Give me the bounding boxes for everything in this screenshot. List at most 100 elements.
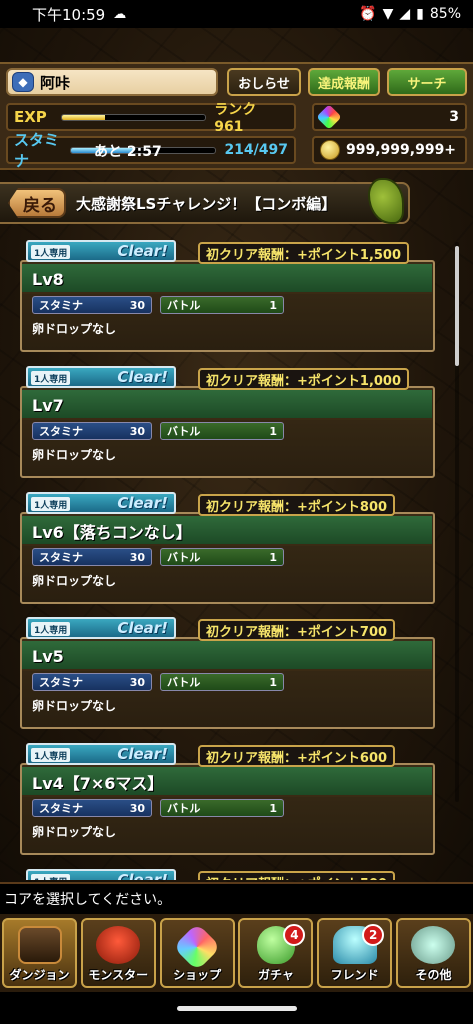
dungeon-gate-icon <box>17 926 62 964</box>
stamina-pill-label: スタミナ <box>39 551 83 564</box>
clear-label: Clear! <box>117 619 168 637</box>
coin-icon <box>320 140 340 160</box>
stamina-pill: スタミナ 30 <box>32 799 152 817</box>
battle-count: 1 <box>269 801 277 815</box>
stamina-timer: あと 2:57 <box>94 144 162 160</box>
first-clear-reward: 初クリア報酬：+ポイント500 <box>198 871 396 880</box>
stamina-cost: 30 <box>129 298 145 312</box>
stamina-label: スタミナ <box>14 131 60 170</box>
nav-item-other[interactable]: その他 <box>395 918 471 988</box>
floor-card[interactable]: Lv7 1人専用 Clear! 初クリア報酬：+ポイント1,000 スタミナ 30 バトル 1… <box>20 360 435 478</box>
nav-item-dungeon-gate[interactable]: ダンジョン <box>2 918 77 988</box>
egg-drop-text: 卵ドロップなし <box>32 574 117 588</box>
solo-tag: 1人専用 <box>31 874 71 880</box>
system-nav-bar <box>0 992 473 1024</box>
search-button[interactable]: サーチ <box>387 68 467 96</box>
exp-bar <box>60 113 207 121</box>
battle-pill-label: バトル <box>167 802 201 815</box>
floor-card[interactable]: Lv8 1人専用 Clear! 初クリア報酬：+ポイント1,500 スタミナ 30 バトル 1… <box>20 234 435 352</box>
solo-tag: 1人専用 <box>31 245 71 259</box>
back-button[interactable]: 戻る <box>8 188 66 218</box>
scrollbar-thumb[interactable] <box>455 246 459 366</box>
floor-title: Lv6【落ちコンなし】 <box>32 523 192 542</box>
magic-stones-box[interactable]: 3 <box>312 103 467 131</box>
selection-prompt: コアを選択してください。 <box>0 882 473 914</box>
achievements-button[interactable]: 達成報酬 <box>308 68 380 96</box>
notification-badge: 4 <box>283 924 306 946</box>
stamina-cost: 30 <box>129 675 145 689</box>
notification-badge: 2 <box>362 924 385 946</box>
floor-card-header: Lv6【落ちコンなし】 <box>22 516 432 546</box>
nav-item-dragon[interactable]: モンスター <box>80 918 156 988</box>
battle-pill-label: バトル <box>167 551 201 564</box>
stamina-row: スタミナ あと 2:57 214/497 <box>6 131 296 170</box>
dungeon-header: 戻る 大感謝祭LSチャレンジ！【コンボ編】 <box>0 182 410 224</box>
cloud-icon: ☁ <box>113 6 127 22</box>
battle-pill: バトル 1 <box>160 422 284 440</box>
coins-count: 999,999,999+ <box>346 142 457 158</box>
floor-card[interactable]: Lv4【7×6マス】 1人専用 Clear! 初クリア報酬：+ポイント600 スタミナ 3… <box>20 737 435 855</box>
battle-pill-label: バトル <box>167 299 201 312</box>
notice-button[interactable]: おしらせ <box>227 68 301 96</box>
dungeon-title: 大感謝祭LSチャレンジ！【コンボ編】 <box>76 194 337 213</box>
status-time: 下午10:59 <box>32 5 106 24</box>
floor-card-header: Lv7 <box>22 390 432 420</box>
floor-card-header: Lv4【7×6マス】 <box>22 767 432 797</box>
other-icon <box>411 926 456 964</box>
floor-title: Lv8 <box>32 269 64 289</box>
battle-pill-label: バトル <box>167 425 201 438</box>
nav-label: ショップ <box>173 968 222 982</box>
stamina-cost: 30 <box>129 550 145 564</box>
stamina-pill: スタミナ 30 <box>32 673 152 691</box>
floor-title: Lv7 <box>32 395 64 415</box>
nav-item-magic-stone[interactable]: ショップ <box>159 918 235 988</box>
floor-card-header: Lv8 <box>22 264 432 294</box>
signal-icon: ◢ <box>399 6 411 22</box>
player-name-box[interactable]: ◆ 阿咔 <box>6 68 218 96</box>
floor-card[interactable]: Lv5 1人専用 Clear! 初クリア報酬：+ポイント700 スタミナ 30 バトル 1 卵ド… <box>20 611 435 729</box>
coins-box: 999,999,999+ <box>312 136 467 164</box>
first-clear-reward: 初クリア報酬：+ポイント800 <box>198 494 396 516</box>
battle-pill: バトル 1 <box>160 673 284 691</box>
battle-count: 1 <box>269 675 277 689</box>
egg-drop-text: 卵ドロップなし <box>32 825 117 839</box>
stamina-pill-label: スタミナ <box>39 802 83 815</box>
floor-list[interactable]: Lv8 1人専用 Clear! 初クリア報酬：+ポイント1,500 スタミナ 30 バトル 1… <box>0 230 473 880</box>
battle-count: 1 <box>269 550 277 564</box>
player-shield-icon: ◆ <box>12 72 34 92</box>
floor-title: Lv4【7×6マス】 <box>32 774 164 793</box>
stamina-pill-label: スタミナ <box>39 676 83 689</box>
battery-percent: 85% <box>429 6 461 22</box>
solo-tag: 1人専用 <box>31 371 71 385</box>
magic-stones-count: 3 <box>449 109 459 125</box>
egg-drop-text: 卵ドロップなし <box>32 322 117 336</box>
floor-title: Lv5 <box>32 646 64 666</box>
clear-label: Clear! <box>117 242 168 260</box>
clear-label: Clear! <box>117 871 168 880</box>
nav-item-friends[interactable]: 2 フレンド <box>317 918 393 988</box>
battle-pill: バトル 1 <box>160 296 284 314</box>
player-name: 阿咔 <box>40 73 71 92</box>
first-clear-reward: 初クリア報酬：+ポイント700 <box>198 619 396 641</box>
nav-item-egg[interactable]: 4 ガチャ <box>238 918 314 988</box>
clear-tab: 1人専用 Clear! <box>26 743 176 765</box>
clear-tab: 1人専用 Clear! <box>26 240 176 262</box>
first-clear-reward: 初クリア報酬：+ポイント600 <box>198 745 396 767</box>
battle-count: 1 <box>269 424 277 438</box>
wifi-icon: ▼ <box>382 6 394 22</box>
rank-text: ランク 961 <box>214 102 257 135</box>
floor-card-header: Lv5 <box>22 641 432 671</box>
dragon-icon <box>96 926 141 964</box>
clear-tab: 1人専用 Clear! <box>26 869 176 880</box>
bottom-nav: ダンジョン モンスター ショップ 4 ガチャ 2 フレンド その他 <box>0 914 473 992</box>
first-clear-reward: 初クリア報酬：+ポイント1,500 <box>198 242 410 264</box>
stamina-cost: 30 <box>129 424 145 438</box>
home-indicator[interactable] <box>176 1005 297 1011</box>
floor-card[interactable]: 1人専用 Clear! 初クリア報酬：+ポイント500 <box>20 863 435 880</box>
status-right: ⏰ ▼ ◢ ▮ 85% <box>359 6 461 22</box>
stamina-pill: スタミナ 30 <box>32 548 152 566</box>
stamina-value: 214/497 <box>224 142 288 158</box>
floor-card[interactable]: Lv6【落ちコンなし】 1人専用 Clear! 初クリア報酬：+ポイント800 スタミナ… <box>20 486 435 604</box>
solo-tag: 1人専用 <box>31 748 71 762</box>
battle-pill-label: バトル <box>167 676 201 689</box>
